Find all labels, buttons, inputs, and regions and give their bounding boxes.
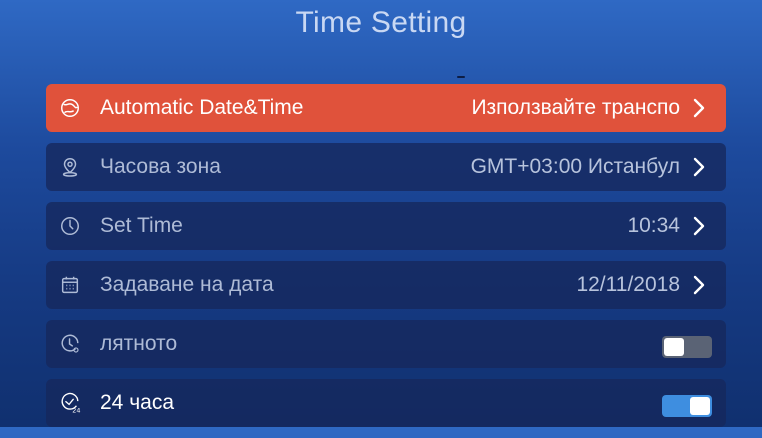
- row-label: 24 часа: [100, 391, 174, 414]
- daylight-saving-row[interactable]: лятното: [46, 320, 726, 368]
- toggle-knob: [690, 397, 710, 415]
- 24-hour-row[interactable]: 24 24 часа: [46, 379, 726, 427]
- chevron-right-icon: [693, 157, 705, 177]
- chevron-right-icon: [693, 216, 705, 236]
- row-value: GMT+03:00 Истанбул: [470, 155, 680, 178]
- svg-text:24: 24: [72, 407, 80, 414]
- calendar-icon: [58, 273, 82, 297]
- set-date-row[interactable]: Задаване на дата 12/11/2018: [46, 261, 726, 309]
- row-label: Задаване на дата: [100, 273, 274, 296]
- time-zone-row[interactable]: Часова зона GMT+03:00 Истанбул: [46, 143, 726, 191]
- 24-hour-toggle[interactable]: [662, 395, 712, 417]
- globe-icon: [58, 96, 82, 120]
- header: Time Setting: [0, 0, 762, 50]
- automatic-date-time-row[interactable]: Automatic Date&Time Използвайте транспо: [46, 84, 726, 132]
- location-pin-icon: [58, 155, 82, 179]
- clock-icon: [58, 214, 82, 238]
- row-label: лятното: [100, 332, 178, 355]
- scroll-indicator: [457, 76, 465, 78]
- chevron-right-icon: [693, 275, 705, 295]
- row-label: Automatic Date&Time: [100, 96, 304, 119]
- row-value: Използвайте транспо: [471, 96, 680, 119]
- row-value: 10:34: [627, 214, 680, 237]
- page-title: Time Setting: [295, 6, 467, 39]
- set-time-row[interactable]: Set Time 10:34: [46, 202, 726, 250]
- daylight-clock-icon: [58, 332, 82, 356]
- settings-list: Automatic Date&Time Използвайте транспо …: [46, 84, 726, 438]
- daylight-saving-toggle[interactable]: [662, 336, 712, 358]
- row-label: Часова зона: [100, 155, 221, 178]
- row-value: 12/11/2018: [576, 273, 680, 296]
- row-label: Set Time: [100, 214, 183, 237]
- clock-24-icon: 24: [58, 391, 82, 415]
- toggle-knob: [664, 338, 684, 356]
- chevron-right-icon: [693, 98, 705, 118]
